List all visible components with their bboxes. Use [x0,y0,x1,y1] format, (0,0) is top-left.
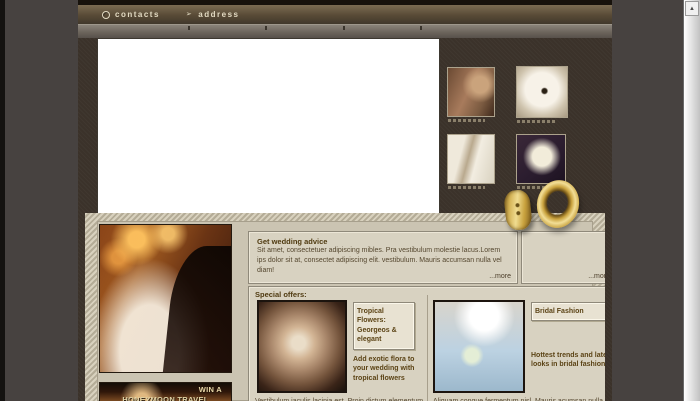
couple-photo [99,224,232,373]
address-arrow-icon: ➢ [186,11,193,18]
brooch-photo [517,67,567,117]
flash-banner-placeholder [97,38,440,216]
bride-photo [433,300,525,393]
content-inner: WIN A HONEYMOON TRAVEL TO PARADISE ISLAN… [97,221,593,401]
ruler-tick [265,26,267,30]
nav-address-label: address [198,10,239,19]
thumb-caption [448,186,485,189]
advice-more-link[interactable]: ...more [489,273,511,280]
promo-line1: WIN A [100,383,231,395]
wedding-site-page: contacts ➢ address [78,0,612,401]
thumb-caption [448,119,485,122]
window-left-edge [0,0,5,401]
bridal-headline: Hottest trends and latest looks in brida… [531,351,605,370]
special-offers-title: Special offers: [255,290,307,299]
up-arrow-icon: ▲ [689,6,695,12]
bridal-fashion-label-text: Bridal Fashion [535,307,605,316]
tropical-headline: Add exotic flora to your wedding with tr… [353,355,423,383]
tropical-flowers-label: Tropical Flowers: Georgeos & elegant [353,302,415,350]
scroll-up-button[interactable]: ▲ [685,1,699,16]
ruler-tick [343,26,345,30]
ruler-tick [188,26,190,30]
tropical-body: Vestibulum iaculis lacinia est. Proin di… [255,397,425,401]
contacts-icon [102,11,110,19]
nav-contacts[interactable]: contacts [102,10,160,19]
content-area: WIN A HONEYMOON TRAVEL TO PARADISE ISLAN… [85,213,605,401]
rose-photo [257,300,347,393]
jewelry-photo [448,68,494,116]
nav-address[interactable]: ➢ address [186,10,240,19]
thumb-caption [517,120,557,123]
gold-ring-left [503,189,533,231]
ruler-tick [420,26,422,30]
honeymoon-promo-banner[interactable]: WIN A HONEYMOON TRAVEL TO PARADISE ISLAN… [99,382,232,401]
dress-photo [448,135,494,183]
advice-title: Get wedding advice [257,237,509,246]
bridal-fashion-label: Bridal Fashion [531,302,605,321]
special-offers-panel: Special offers: Tropical Flowers: George… [248,286,605,401]
rings-more-link[interactable]: ...more [588,273,605,280]
tropical-flowers-label-text: Tropical Flowers: Georgeos & elegant [357,307,411,345]
wedding-rings-image [499,176,583,234]
top-navbar: contacts ➢ address [78,5,612,24]
promo-line2: HONEYMOON TRAVEL [100,395,231,401]
rings-side-panel: ...more [521,231,605,284]
advice-panel: Get wedding advice Sit amet, consectetue… [248,231,518,284]
gallery-thumb-dress[interactable] [447,134,495,184]
gallery-thumb-brooch[interactable] [516,66,568,118]
scrollbar[interactable]: ▲ [683,0,700,401]
gold-ring-right [532,176,583,232]
nav-contacts-label: contacts [115,10,160,19]
advice-body: Sit amet, consectetuer adipiscing mibles… [257,246,509,275]
browser-canvas: contacts ➢ address [0,0,700,401]
gallery-thumb-jewelry[interactable] [447,67,495,117]
offers-divider [427,295,428,401]
bridal-body: Aliquam congue fermentum nisl. Mauris ac… [433,397,605,401]
secondary-bar [78,24,612,38]
